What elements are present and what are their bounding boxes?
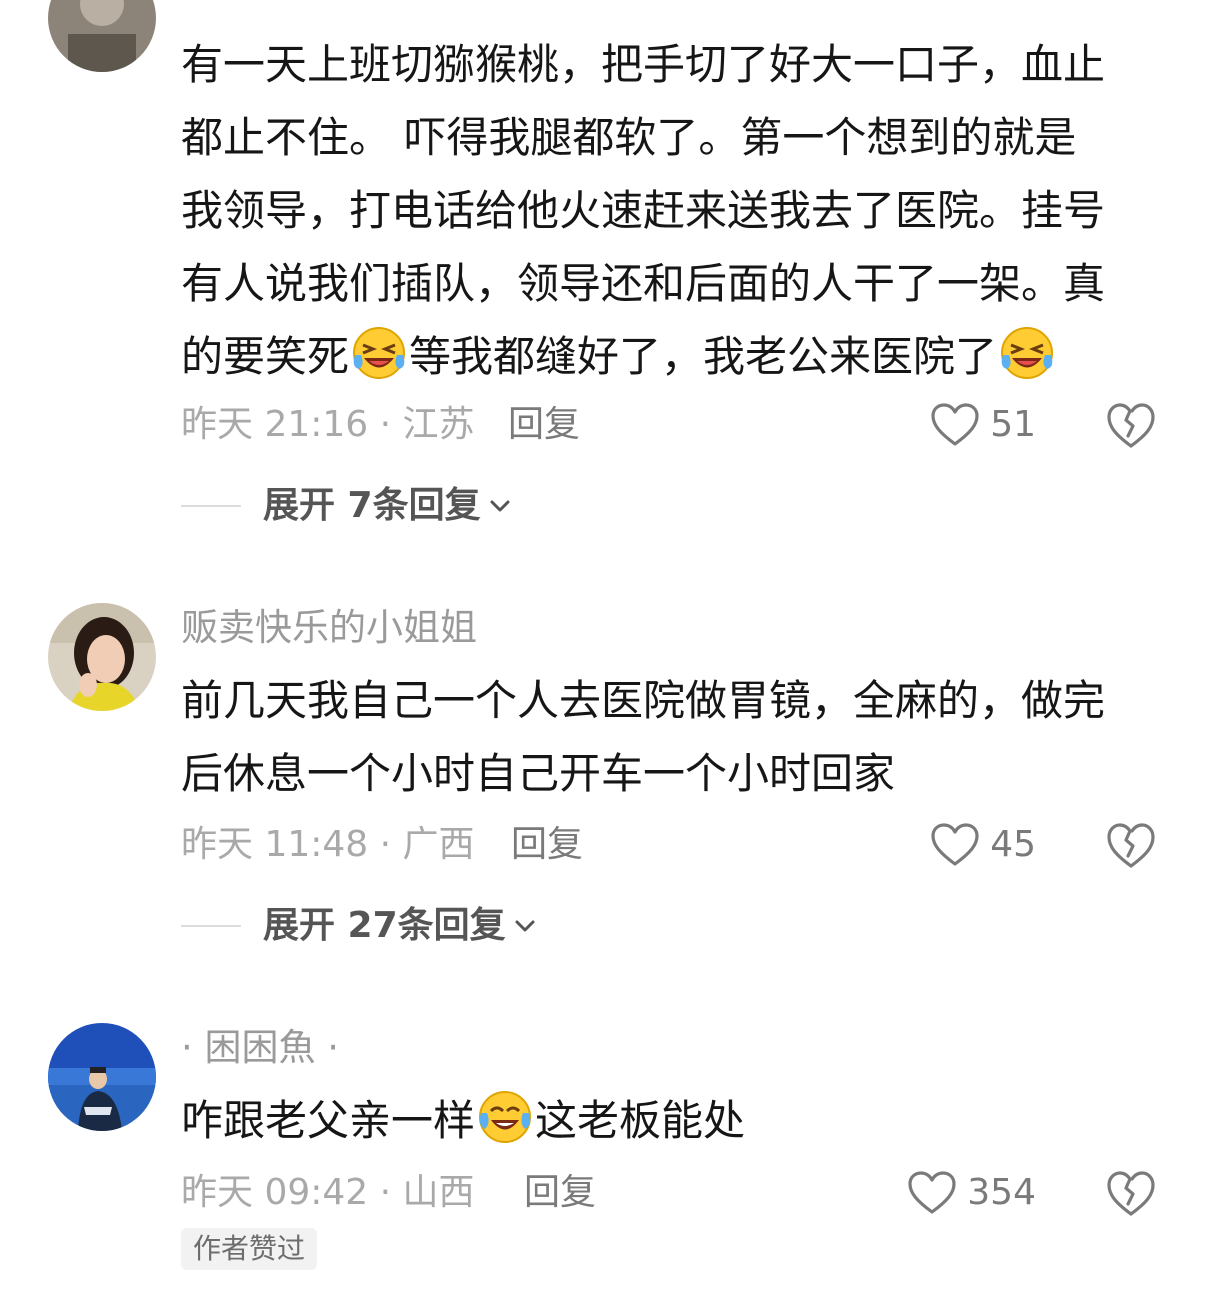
expand-replies-button[interactable]: 展开 7条回复 xyxy=(181,483,513,529)
expand-replies-button[interactable]: 展开 27条回复 xyxy=(181,903,538,949)
grinning-squinting-tears-emoji xyxy=(999,325,1055,381)
heart-icon xyxy=(931,823,979,866)
like-button[interactable]: 354 xyxy=(907,1168,1036,1218)
reply-button[interactable]: 回复 xyxy=(524,1168,596,1218)
comment-line: 都止不住。 吓得我腿都软了。第一个想到的就是 xyxy=(181,113,1077,162)
like-button[interactable]: 51 xyxy=(930,400,1036,450)
like-count: 51 xyxy=(990,404,1036,445)
expand-replies-label: 展开 27条回复 xyxy=(263,905,506,946)
comment-text: 前几天我自己一个人去医院做胃镜，全麻的，做完 后休息一个小时自己开车一个小时回家 xyxy=(181,664,1156,810)
comment-line: 前几天我自己一个人去医院做胃镜，全麻的，做完 xyxy=(181,676,1106,725)
dislike-button[interactable] xyxy=(1105,820,1157,870)
comment-text-part: 等我都缝好了，我老公来医院了 xyxy=(409,332,998,381)
tears-of-joy-emoji xyxy=(477,1089,533,1145)
comment-text: 有一天上班切猕猴桃，把手切了好大一口子，血止 都止不住。 吓得我腿都软了。第一个… xyxy=(181,28,1156,393)
username[interactable]: · 困困魚 · xyxy=(181,1026,339,1070)
comment-text-part: 的要笑死 xyxy=(181,332,350,381)
like-count: 45 xyxy=(990,824,1036,865)
comment-line: 有一天上班切猕猴桃，把手切了好大一口子，血止 xyxy=(181,40,1106,89)
broken-heart-icon xyxy=(1107,1171,1155,1216)
comment-meta: 昨天 21:16 · 江苏 xyxy=(181,404,475,445)
grinning-squinting-tears-emoji xyxy=(351,325,407,381)
broken-heart-icon xyxy=(1107,403,1155,448)
comment-line: 后休息一个小时自己开车一个小时回家 xyxy=(181,749,896,798)
reply-button[interactable]: 回复 xyxy=(511,820,583,870)
chevron-down-icon xyxy=(515,920,535,932)
expand-replies-label: 展开 7条回复 xyxy=(263,485,481,526)
chevron-down-icon xyxy=(490,500,510,512)
comment-line: 咋跟老父亲一样 这老板能处 xyxy=(181,1084,1156,1157)
avatar[interactable] xyxy=(48,603,156,711)
dislike-button[interactable] xyxy=(1105,1168,1157,1218)
heart-icon xyxy=(931,403,979,446)
divider xyxy=(181,505,241,507)
comment-text-part: 这老板能处 xyxy=(535,1096,746,1145)
reply-button[interactable]: 回复 xyxy=(508,400,580,450)
comment-meta: 昨天 11:48 · 广西 xyxy=(181,824,475,865)
divider xyxy=(181,925,241,927)
broken-heart-icon xyxy=(1107,823,1155,868)
comment-line: 的要笑死 等我都缝好了，我老公来医院了 xyxy=(181,320,1156,393)
author-liked-badge: 作者赞过 xyxy=(181,1228,318,1270)
comment-text-part: 咋跟老父亲一样 xyxy=(181,1096,476,1145)
heart-icon xyxy=(908,1171,956,1214)
username[interactable]: 贩卖快乐的小姐姐 xyxy=(181,606,477,650)
dislike-button[interactable] xyxy=(1105,400,1157,450)
comment-line: 有人说我们插队，领导还和后面的人干了一架。真 xyxy=(181,259,1106,308)
avatar[interactable] xyxy=(48,1023,156,1131)
comment-meta: 昨天 09:42 · 山西 xyxy=(181,1172,475,1213)
avatar[interactable] xyxy=(48,0,156,72)
comment-text: 咋跟老父亲一样 这老板能处 xyxy=(181,1084,1156,1157)
like-button[interactable]: 45 xyxy=(930,820,1036,870)
like-count: 354 xyxy=(967,1172,1036,1213)
comment-line: 我领导，打电话给他火速赶来送我去了医院。挂号 xyxy=(181,186,1106,235)
